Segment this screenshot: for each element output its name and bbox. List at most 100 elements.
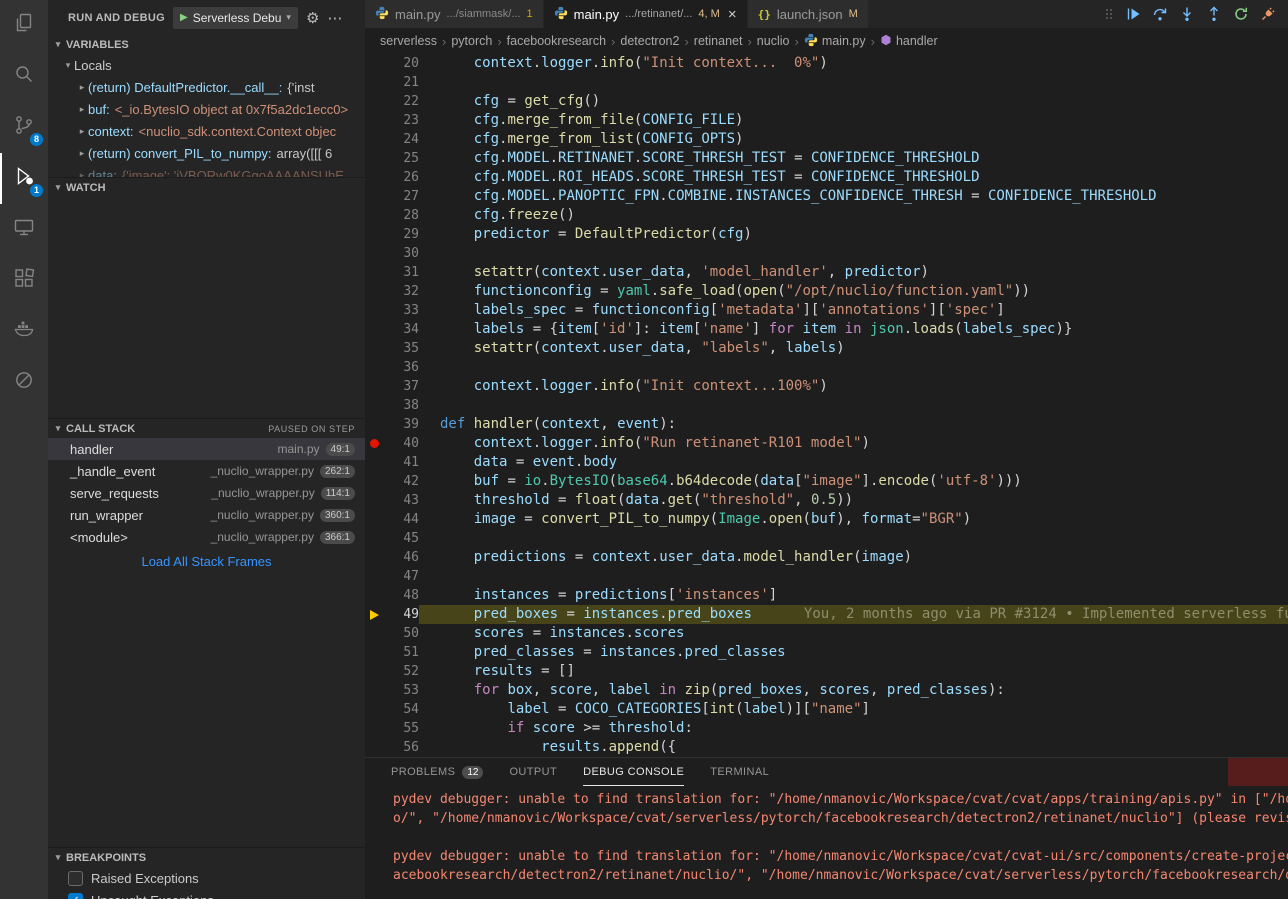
code-line[interactable]: 41 data = event.body: [365, 453, 1288, 472]
gutter-glyph-margin[interactable]: [365, 358, 383, 377]
activity-item-circle-plugin[interactable]: [0, 357, 48, 408]
code-text[interactable]: cfg.MODEL.ROI_HEADS.SCORE_THRESH_TEST = …: [419, 168, 1288, 187]
code-text[interactable]: data = event.body: [419, 453, 1288, 472]
step-out-button[interactable]: [1206, 6, 1222, 22]
breadcrumb-item[interactable]: detectron2: [620, 34, 679, 48]
gutter-glyph-margin[interactable]: [365, 510, 383, 529]
code-line[interactable]: 31 setattr(context.user_data, 'model_han…: [365, 263, 1288, 282]
debug-config-dropdown[interactable]: ▶ Serverless Debu ▾: [173, 7, 298, 29]
code-line[interactable]: 56 results.append({: [365, 738, 1288, 757]
code-line[interactable]: 35 setattr(context.user_data, "labels", …: [365, 339, 1288, 358]
code-text[interactable]: functionconfig = yaml.safe_load(open("/o…: [419, 282, 1288, 301]
code-line[interactable]: 37 context.logger.info("Init context...1…: [365, 377, 1288, 396]
gutter-glyph-margin[interactable]: [365, 54, 383, 73]
gutter-glyph-margin[interactable]: [365, 130, 383, 149]
gutter-glyph-margin[interactable]: [365, 586, 383, 605]
breadcrumb-item[interactable]: serverless: [380, 34, 437, 48]
editor-tab[interactable]: {}launch.jsonM: [748, 0, 869, 28]
gutter-glyph-margin[interactable]: [365, 453, 383, 472]
code-line[interactable]: 46 predictions = context.user_data.model…: [365, 548, 1288, 567]
code-line[interactable]: 40 context.logger.info("Run retinanet-R1…: [365, 434, 1288, 453]
close-icon[interactable]: ×: [728, 7, 737, 22]
breadcrumb-item[interactable]: nuclio: [757, 34, 790, 48]
code-line[interactable]: 24 cfg.merge_from_list(CONFIG_OPTS): [365, 130, 1288, 149]
activity-item-search[interactable]: [0, 51, 48, 102]
restart-button[interactable]: [1233, 6, 1249, 22]
variables-scope-locals[interactable]: ▾ Locals: [48, 54, 365, 76]
code-text[interactable]: [419, 358, 1288, 377]
gutter-glyph-margin[interactable]: [365, 415, 383, 434]
gutter-glyph-margin[interactable]: [365, 700, 383, 719]
breadcrumb-item[interactable]: main.py: [804, 33, 866, 50]
breadcrumb-item[interactable]: handler: [880, 34, 938, 49]
code-text[interactable]: buf = io.BytesIO(base64.b64decode(data["…: [419, 472, 1288, 491]
current-line-arrow-icon[interactable]: [365, 605, 383, 624]
code-line[interactable]: 22 cfg = get_cfg(): [365, 92, 1288, 111]
gutter-glyph-margin[interactable]: [365, 377, 383, 396]
panel-tab-debug-console[interactable]: DEBUG CONSOLE: [583, 758, 684, 786]
activity-item-run-and-debug[interactable]: 1: [0, 153, 48, 204]
code-line[interactable]: 36: [365, 358, 1288, 377]
step-into-button[interactable]: [1179, 6, 1195, 22]
code-text[interactable]: def handler(context, event):: [419, 415, 1288, 434]
code-text[interactable]: cfg.MODEL.PANOPTIC_FPN.COMBINE.INSTANCES…: [419, 187, 1288, 206]
code-text[interactable]: predictions = context.user_data.model_ha…: [419, 548, 1288, 567]
code-text[interactable]: cfg.MODEL.RETINANET.SCORE_THRESH_TEST = …: [419, 149, 1288, 168]
debug-console-output[interactable]: pydev debugger: unable to find translati…: [365, 790, 1288, 899]
code-text[interactable]: setattr(context.user_data, 'model_handle…: [419, 263, 1288, 282]
variable-row[interactable]: ▸(return) DefaultPredictor.__call__:{'in…: [48, 76, 365, 98]
activity-item-remote-explorer[interactable]: [0, 204, 48, 255]
activity-item-explorer[interactable]: [0, 0, 48, 51]
code-line[interactable]: 47: [365, 567, 1288, 586]
variable-row[interactable]: ▸buf:<_io.BytesIO object at 0x7f5a2dc1ec…: [48, 98, 365, 120]
gutter-glyph-margin[interactable]: [365, 111, 383, 130]
code-text[interactable]: cfg.freeze(): [419, 206, 1288, 225]
code-text[interactable]: [419, 73, 1288, 92]
code-text[interactable]: cfg = get_cfg(): [419, 92, 1288, 111]
editor-tab[interactable]: main.py.../siammask/...1: [365, 0, 544, 28]
gutter-glyph-margin[interactable]: [365, 168, 383, 187]
gutter-glyph-margin[interactable]: [365, 301, 383, 320]
code-line[interactable]: 43 threshold = float(data.get("threshold…: [365, 491, 1288, 510]
gutter-glyph-margin[interactable]: [365, 320, 383, 339]
code-text[interactable]: [419, 244, 1288, 263]
gutter-glyph-margin[interactable]: [365, 339, 383, 358]
code-line[interactable]: 50 scores = instances.scores: [365, 624, 1288, 643]
code-text[interactable]: context.logger.info("Init context... 0%"…: [419, 54, 1288, 73]
activity-item-extensions[interactable]: [0, 255, 48, 306]
code-text[interactable]: cfg.merge_from_list(CONFIG_OPTS): [419, 130, 1288, 149]
code-text[interactable]: [419, 396, 1288, 415]
code-line[interactable]: 52 results = []: [365, 662, 1288, 681]
code-text[interactable]: label = COCO_CATEGORIES[int(label)]["nam…: [419, 700, 1288, 719]
code-text[interactable]: context.logger.info("Run retinanet-R101 …: [419, 434, 1288, 453]
code-text[interactable]: results.append({: [419, 738, 1288, 757]
chevron-right-icon[interactable]: ▸: [76, 148, 88, 159]
gutter-glyph-margin[interactable]: [365, 472, 383, 491]
gutter-glyph-margin[interactable]: [365, 548, 383, 567]
code-text[interactable]: labels = {item['id']: item['name'] for i…: [419, 320, 1288, 339]
code-line[interactable]: 42 buf = io.BytesIO(base64.b64decode(dat…: [365, 472, 1288, 491]
chevron-right-icon[interactable]: ▸: [76, 170, 88, 178]
variable-row[interactable]: ▸data:{'image': 'iVBORw0KGgoAAAANSUhE: [48, 164, 365, 177]
gutter-glyph-margin[interactable]: [365, 738, 383, 757]
panel-tab-output[interactable]: OUTPUT: [509, 758, 557, 786]
breadcrumb-item[interactable]: pytorch: [451, 34, 492, 48]
breakpoint-row[interactable]: Raised Exceptions: [48, 867, 365, 889]
code-line[interactable]: 33 labels_spec = functionconfig['metadat…: [365, 301, 1288, 320]
code-line[interactable]: 32 functionconfig = yaml.safe_load(open(…: [365, 282, 1288, 301]
code-line[interactable]: 26 cfg.MODEL.ROI_HEADS.SCORE_THRESH_TEST…: [365, 168, 1288, 187]
chevron-expanded-icon[interactable]: ▾: [62, 60, 74, 71]
gutter-glyph-margin[interactable]: [365, 244, 383, 263]
call-stack-section-header[interactable]: ▾ CALL STACK PAUSED ON STEP: [48, 419, 365, 438]
code-line[interactable]: 30: [365, 244, 1288, 263]
code-text[interactable]: cfg.merge_from_file(CONFIG_FILE): [419, 111, 1288, 130]
disconnect-button[interactable]: [1260, 6, 1276, 22]
gutter-glyph-margin[interactable]: [365, 149, 383, 168]
panel-tab-terminal[interactable]: TERMINAL: [710, 758, 769, 786]
code-text[interactable]: pred_classes = instances.pred_classes: [419, 643, 1288, 662]
code-text[interactable]: instances = predictions['instances']: [419, 586, 1288, 605]
code-line[interactable]: 21: [365, 73, 1288, 92]
breakpoint-checkbox[interactable]: ✓: [68, 893, 83, 899]
gutter-glyph-margin[interactable]: [365, 73, 383, 92]
code-line[interactable]: 34 labels = {item['id']: item['name'] fo…: [365, 320, 1288, 339]
